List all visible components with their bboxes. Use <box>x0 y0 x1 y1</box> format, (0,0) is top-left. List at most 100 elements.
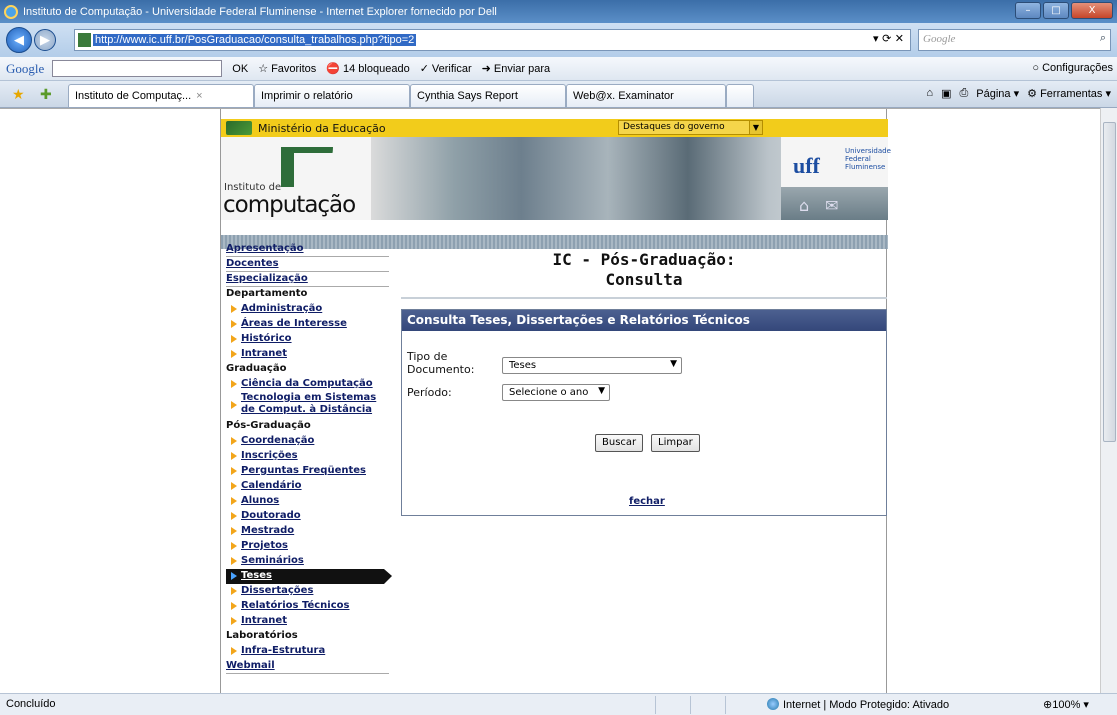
destaques-select[interactable]: Destaques do governo ▼ <box>618 120 763 135</box>
blocked-icon: ⛔ <box>326 63 341 75</box>
tab-webax[interactable]: Web@x. Examinator <box>566 84 726 107</box>
sidebar-item-label: Intranet <box>241 348 287 359</box>
leaf-cut <box>294 153 334 187</box>
sidebar-item[interactable]: Intranet <box>226 614 389 629</box>
consulta-form-box: Consulta Teses, Dissertações e Relatório… <box>401 309 887 516</box>
sidebar-item[interactable]: Apresentação <box>226 242 389 257</box>
minimize-button[interactable]: – <box>1015 2 1041 19</box>
chevron-down-icon: ▼ <box>670 359 677 369</box>
new-tab-button[interactable] <box>726 84 754 107</box>
chevron-down-icon: ▼ <box>598 386 605 396</box>
sidebar-item[interactable]: Administração <box>226 302 389 317</box>
brazil-flag-icon <box>226 121 252 135</box>
address-toolbar: ◀ ▶ http://www.ic.uff.br/PosGraduacao/co… <box>0 23 1117 57</box>
sidebar-item[interactable]: Inscrições <box>226 449 389 464</box>
favoritos-button[interactable]: ☆ Favoritos <box>258 62 316 76</box>
google-search-input[interactable] <box>52 60 223 77</box>
tipo-select[interactable]: Teses ▼ <box>502 357 682 374</box>
search-input[interactable]: Google ⌕ <box>918 29 1111 51</box>
tipo-label-line2: Documento: <box>407 363 475 376</box>
limpar-button[interactable]: Limpar <box>651 434 700 452</box>
sidebar-item[interactable]: Áreas de Interesse <box>226 317 389 332</box>
vertical-scrollbar[interactable] <box>1100 108 1117 693</box>
tab-instituto[interactable]: Instituto de Computaç... × <box>68 84 254 107</box>
scrollbar-thumb[interactable] <box>1103 122 1116 442</box>
form-header: Consulta Teses, Dissertações e Relatório… <box>402 310 886 331</box>
ic-logo[interactable]: Instituto de computação <box>221 137 371 220</box>
uff-logo[interactable]: uff Universidade Federal Fluminense ⌂✉ <box>781 137 891 220</box>
sidebar-item[interactable]: Relatórios Técnicos <box>226 599 389 614</box>
send-icon: ➜ <box>481 63 491 75</box>
sidebar-item[interactable]: Teses <box>226 569 392 584</box>
sidebar-item[interactable]: Especialização <box>226 272 389 287</box>
government-bar: Ministério da Educação Destaques do gove… <box>221 119 888 137</box>
sidebar-item[interactable]: Intranet <box>226 347 389 362</box>
verificar-button[interactable]: ✓ Verificar <box>420 62 472 76</box>
tab-cynthia[interactable]: Cynthia Says Report <box>410 84 566 107</box>
sidebar-item[interactable]: Perguntas Freqüentes <box>226 464 389 479</box>
sidebar-item-label: Graduação <box>226 363 287 374</box>
enviar-button[interactable]: ➜ Enviar para <box>481 62 550 76</box>
uff-name-line: Federal <box>845 155 871 163</box>
ferramentas-menu[interactable]: ⚙ Ferramentas ▾ <box>1027 87 1111 100</box>
sidebar-item[interactable]: Infra-Estrutura <box>226 644 389 659</box>
tab-label: Imprimir o relatório <box>261 90 353 102</box>
refresh-stop-icons[interactable]: ▾ ⟳ ✕ <box>873 32 904 45</box>
tipo-value: Teses <box>509 360 537 371</box>
feeds-icon[interactable]: ▣ <box>941 87 951 100</box>
periodo-value: Selecione o ano <box>509 387 589 398</box>
sidebar-item[interactable]: Calendário <box>226 479 389 494</box>
search-icon[interactable]: ⌕ <box>1100 32 1106 45</box>
zoom-control[interactable]: ⊕100% ▾ <box>1043 698 1089 711</box>
popup-blocked-button[interactable]: ⛔ 14 bloqueado <box>326 62 409 76</box>
tab-imprimir[interactable]: Imprimir o relatório <box>254 84 410 107</box>
tab-bar: ★ ✚ Instituto de Computaç... × Imprimir o… <box>0 81 1117 108</box>
page-title-line2: Consulta <box>605 270 683 289</box>
back-button[interactable]: ◀ <box>6 27 32 53</box>
sidebar-item[interactable]: Projetos <box>226 539 389 554</box>
uff-name-line: Universidade <box>845 147 891 155</box>
sidebar-item[interactable]: Ciência da Computação <box>226 377 389 392</box>
sidebar-item[interactable]: Histórico <box>226 332 389 347</box>
add-favorites-icon[interactable]: ✚ <box>40 86 52 103</box>
sidebar-item-label: Apresentação <box>226 243 304 254</box>
close-tab-icon[interactable]: × <box>196 90 202 102</box>
address-bar[interactable]: http://www.ic.uff.br/PosGraduacao/consul… <box>74 29 911 51</box>
sidebar-item-label: Inscrições <box>241 450 298 461</box>
sidebar-item[interactable]: Tecnologia em Sistemas de Comput. à Distâ… <box>226 392 389 419</box>
pagina-label: Página <box>976 88 1011 100</box>
security-zone[interactable]: Internet | Modo Protegido: Ativado <box>767 698 949 711</box>
sidebar-item[interactable]: Dissertações <box>226 584 389 599</box>
buscar-button[interactable]: Buscar <box>595 434 644 452</box>
logo-computacao-text: computação <box>223 192 356 218</box>
favorites-star-icon[interactable]: ★ <box>12 86 25 103</box>
sidebar-item[interactable]: Coordenação <box>226 434 389 449</box>
print-icon[interactable]: ⎙ <box>959 87 968 100</box>
header-banner: Instituto de computação uff Universidade… <box>221 137 891 249</box>
google-toolbar: Google OK ☆ Favoritos ⛔ 14 bloqueado ✓ Veri… <box>0 57 1117 81</box>
close-window-button[interactable]: X <box>1071 2 1113 19</box>
google-logo[interactable]: Google <box>6 61 44 77</box>
forward-button[interactable]: ▶ <box>34 29 56 51</box>
sidebar-item-label: de Comput. à Distância <box>241 404 373 415</box>
sidebar-item[interactable]: Alunos <box>226 494 389 509</box>
home-mail-icons[interactable]: ⌂✉ <box>799 196 855 215</box>
sidebar-item-label: Projetos <box>241 540 288 551</box>
sidebar-item[interactable]: Mestrado <box>226 524 389 539</box>
fechar-link[interactable]: fechar <box>629 496 665 507</box>
pagina-menu[interactable]: Página ▾ <box>976 87 1019 100</box>
configuracoes-button[interactable]: ○ Configurações <box>1032 62 1113 74</box>
maximize-button[interactable]: □ <box>1043 2 1069 19</box>
sidebar-item[interactable]: Webmail <box>226 659 389 674</box>
sidebar-item[interactable]: Doutorado <box>226 509 389 524</box>
url-text[interactable]: http://www.ic.uff.br/PosGraduacao/consul… <box>93 34 417 46</box>
ok-button[interactable]: OK <box>232 63 248 75</box>
sidebar-item-label: Especialização <box>226 273 308 284</box>
ok-label: OK <box>232 62 249 75</box>
sidebar-item[interactable]: Seminários <box>226 554 389 569</box>
ministerio-link[interactable]: Ministério da Educação <box>258 122 386 135</box>
sidebar-item[interactable]: Docentes <box>226 257 389 272</box>
periodo-select[interactable]: Selecione o ano ▼ <box>502 384 610 401</box>
home-icon[interactable]: ⌂ <box>926 87 933 100</box>
sidebar-item-label: Seminários <box>241 555 304 566</box>
